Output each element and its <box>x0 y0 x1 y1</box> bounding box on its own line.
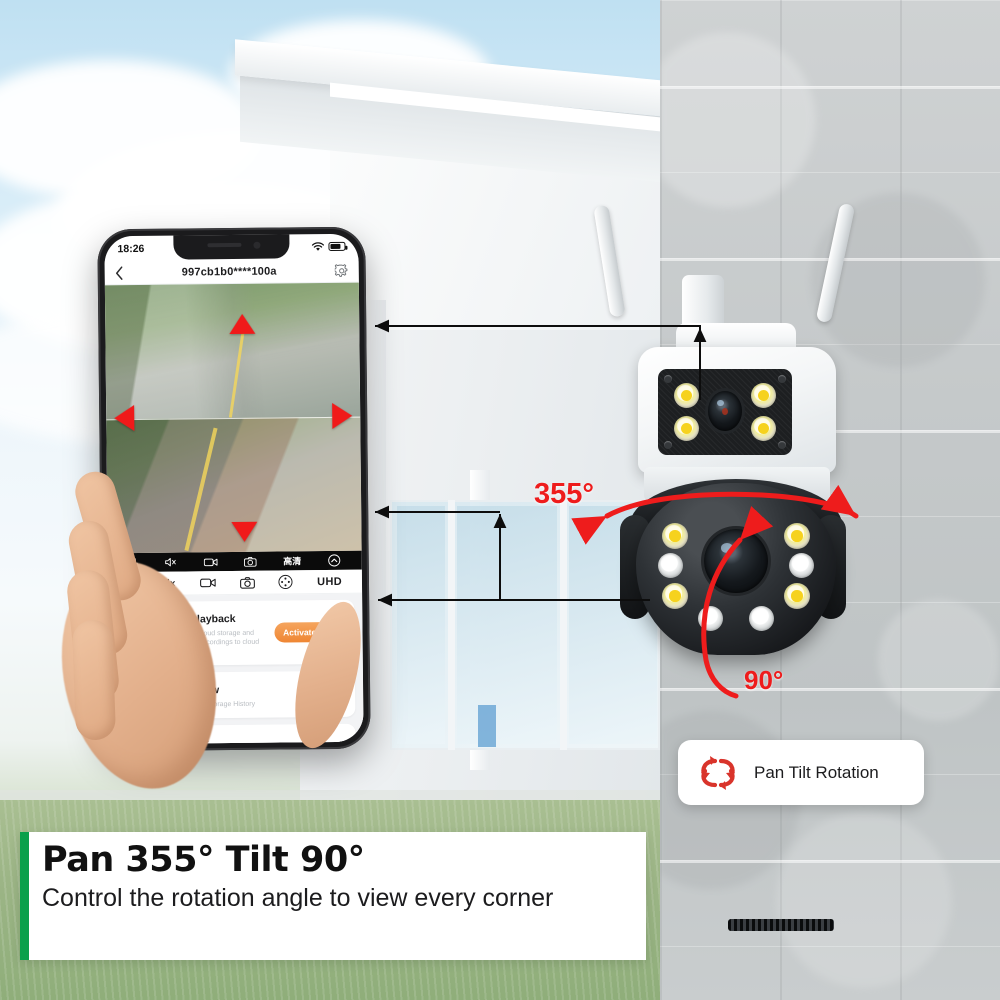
pan-arrow-left-icon[interactable] <box>114 405 135 432</box>
led-spotlight <box>784 583 810 609</box>
wifi-antenna-left <box>593 204 626 318</box>
led-spotlight <box>662 583 688 609</box>
window-pane <box>397 506 445 744</box>
led-spotlight <box>784 523 810 549</box>
led-spotlight <box>751 416 776 441</box>
gear-icon[interactable] <box>334 263 349 277</box>
pan-tilt-rotation-badge: Pan Tilt Rotation <box>678 740 924 805</box>
pan-arrow-right-icon[interactable] <box>332 402 353 429</box>
window-divider <box>448 500 455 750</box>
app-navigation-bar: 997cb1b0****100a <box>104 258 359 286</box>
window-accent <box>478 705 496 747</box>
product-marketing-image: 18:26 997cb1b0****100a 高清 UHD cloud stor… <box>0 0 1000 1000</box>
led-spotlight <box>751 383 776 408</box>
window-pane <box>457 506 557 744</box>
front-camera-icon <box>253 241 261 249</box>
led-spotlight <box>662 523 688 549</box>
led-spotlight <box>674 383 699 408</box>
dpad-circle-icon[interactable] <box>278 574 293 589</box>
video-feeds-container[interactable] <box>104 282 362 554</box>
earpiece-speaker <box>207 242 242 248</box>
wifi-antenna-right <box>815 202 856 324</box>
status-bar-time: 18:26 <box>117 242 145 255</box>
camera-snapshot-icon[interactable] <box>244 556 257 567</box>
camera-lens-ptz <box>704 529 768 593</box>
speaker-vent <box>728 919 834 931</box>
chevron-up-circle-icon[interactable] <box>327 554 341 567</box>
tilt-angle-label: 90° <box>744 665 784 695</box>
chevron-right-icon[interactable]: › <box>343 739 347 744</box>
feature-banner: Pan 355° Tilt 90° Control the rotation a… <box>20 832 646 960</box>
badge-label: Pan Tilt Rotation <box>754 762 879 782</box>
pan-arrow-up-icon[interactable] <box>229 313 256 335</box>
camera-lens-upper <box>708 391 742 431</box>
ptz-security-camera <box>590 195 880 931</box>
pan-arrow-down-icon[interactable] <box>231 521 258 543</box>
pan-angle-label: 355° <box>534 478 594 510</box>
window-divider <box>560 500 567 750</box>
camera-faceplate <box>658 369 792 455</box>
speaker-mute-icon[interactable] <box>165 557 177 568</box>
ir-led <box>658 553 683 578</box>
video-record-icon[interactable] <box>200 577 216 588</box>
phone-notch <box>173 233 290 260</box>
back-chevron-icon[interactable] <box>115 265 124 280</box>
finger <box>71 619 117 741</box>
video-record-icon[interactable] <box>203 557 218 567</box>
battery-icon <box>328 241 346 251</box>
ir-led <box>789 553 814 578</box>
camera-snapshot-icon[interactable] <box>239 576 255 589</box>
led-spotlight <box>674 416 699 441</box>
live-feed-top[interactable] <box>104 282 361 420</box>
device-id-title: 997cb1b0****100a <box>181 265 277 279</box>
resolution-label[interactable]: UHD <box>317 575 342 587</box>
banner-headline: Pan 355° Tilt 90° <box>42 840 365 880</box>
ptz-dome-head <box>636 483 836 931</box>
pan-tilt-rotation-icon <box>695 751 741 795</box>
ir-led <box>749 606 774 631</box>
ir-led <box>698 606 723 631</box>
camera-upper-head <box>638 347 836 473</box>
banner-subtext: Control the rotation angle to view every… <box>42 883 554 912</box>
wifi-icon <box>311 241 324 252</box>
stream-quality-label[interactable]: 高清 <box>283 554 301 567</box>
